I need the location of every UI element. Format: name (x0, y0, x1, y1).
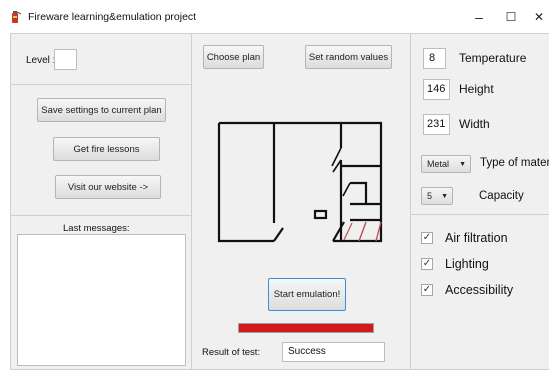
temperature-input[interactable]: 8 (423, 48, 446, 69)
checkbox-label: Air filtration (445, 231, 508, 245)
save-settings-button[interactable]: Save settings to current plan (37, 98, 166, 122)
get-fire-lessons-button[interactable]: Get fire lessons (53, 137, 160, 161)
checkbox-label: Accessibility (445, 283, 514, 297)
minimize-button[interactable]: – (464, 6, 494, 28)
divider (11, 84, 191, 85)
capacity-select[interactable]: 5 ▼ (421, 187, 453, 205)
title-bar: Fireware learning&emulation project – ☐ … (0, 0, 549, 33)
chevron-down-icon: ▼ (459, 160, 466, 168)
last-messages-textarea[interactable] (17, 234, 186, 366)
material-select-value: Metal (427, 159, 450, 169)
height-label: Height (459, 82, 494, 96)
choose-plan-button[interactable]: Choose plan (203, 45, 264, 69)
divider (11, 215, 191, 216)
visit-website-button[interactable]: Visit our website -> (55, 175, 161, 199)
divider (411, 214, 549, 215)
height-input[interactable]: 146 (423, 79, 450, 100)
progress-bar (238, 323, 374, 333)
level-label: Level : (26, 55, 56, 66)
window-title: Fireware learning&emulation project (28, 11, 197, 23)
capacity-select-value: 5 (427, 191, 433, 201)
set-random-values-button[interactable]: Set random values (305, 45, 392, 69)
level-input[interactable] (54, 49, 77, 70)
progress-fill (239, 324, 373, 332)
center-panel: Choose plan Set random values Start emul… (192, 33, 410, 370)
checkbox-row[interactable]: ✓ Lighting (421, 257, 489, 271)
checkbox[interactable]: ✓ (421, 232, 433, 244)
material-label: Type of materia (480, 157, 549, 169)
checkbox-row[interactable]: ✓ Air filtration (421, 231, 508, 245)
result-field[interactable]: Success (282, 342, 385, 362)
left-panel: Level : Save settings to current plan Ge… (10, 33, 192, 370)
checkbox-row[interactable]: ✓ Accessibility (421, 283, 513, 297)
material-select[interactable]: Metal ▼ (421, 155, 471, 173)
capacity-label: Capacity (479, 190, 524, 202)
last-messages-label: Last messages: (63, 223, 130, 234)
width-input[interactable]: 231 (423, 114, 450, 135)
close-button[interactable]: ✕ (524, 6, 549, 28)
result-label: Result of test: (202, 347, 261, 358)
width-label: Width (459, 117, 490, 131)
right-panel: 8 Temperature 146 Height 231 Width Metal… (410, 33, 549, 370)
start-emulation-button[interactable]: Start emulation! (268, 278, 346, 311)
app-icon (12, 11, 22, 23)
maximize-button[interactable]: ☐ (496, 6, 526, 28)
checkbox[interactable]: ✓ (421, 258, 433, 270)
checkbox-label: Lighting (445, 257, 489, 271)
floor-plan[interactable] (216, 120, 386, 245)
checkbox[interactable]: ✓ (421, 284, 433, 296)
temperature-label: Temperature (459, 51, 527, 65)
chevron-down-icon: ▼ (441, 192, 448, 200)
